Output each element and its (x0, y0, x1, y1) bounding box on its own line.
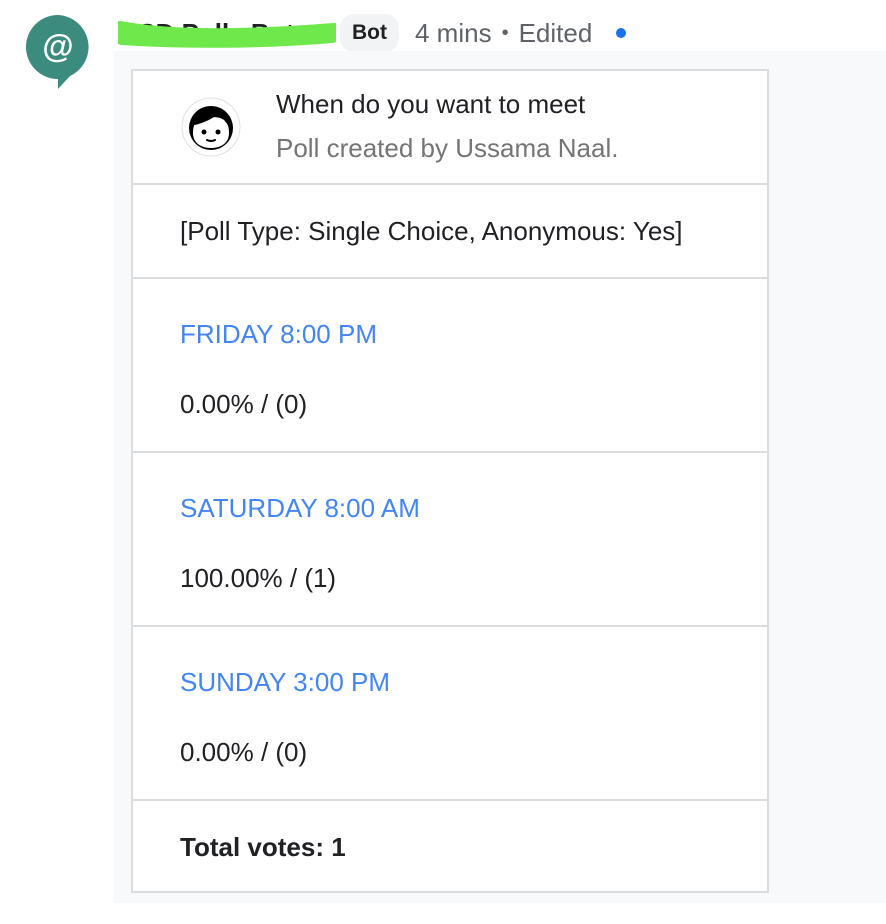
poll-option-result: 0.00% / (0) (180, 389, 308, 419)
poll-card: When do you want to meet Poll created by… (131, 69, 769, 893)
poll-option-button[interactable]: SUNDAY 3:00 PM (180, 667, 390, 698)
message-meta: 4 mins • Edited (415, 18, 592, 49)
poll-option-result: 0.00% / (0) (180, 737, 308, 767)
poll-creator: Poll created by Ussama Naal. (276, 133, 619, 163)
poll-type-info: [Poll Type: Single Choice, Anonymous: Ye… (133, 185, 767, 279)
poll-card-header: When do you want to meet Poll created by… (133, 71, 767, 185)
redaction-scribble (118, 21, 336, 48)
poll-option: FRIDAY 8:00 PM 0.00% / (0) (133, 279, 767, 453)
poll-title: When do you want to meet (276, 89, 586, 119)
bot-avatar-at-icon[interactable]: @ (26, 15, 90, 89)
bot-badge: Bot (340, 14, 399, 52)
poll-option-button[interactable]: SATURDAY 8:00 AM (180, 493, 420, 524)
poll-option-button[interactable]: FRIDAY 8:00 PM (180, 319, 377, 350)
unread-dot-icon (616, 28, 627, 38)
meta-separator: • (501, 21, 509, 44)
total-votes: Total votes: 1 (180, 831, 346, 862)
poll-option-result: 100.00% / (1) (180, 563, 337, 593)
message-header: GSD Polls Bot Bot 4 mins • Edited (118, 14, 627, 52)
svg-text:@: @ (42, 28, 73, 64)
poll-option: SATURDAY 8:00 AM 100.00% / (1) (133, 453, 767, 627)
message-time: 4 mins (415, 17, 492, 48)
face-icon (181, 97, 241, 157)
sender-name[interactable]: GSD Polls Bot (118, 14, 336, 52)
edited-label: Edited (518, 17, 593, 48)
poll-option: SUNDAY 3:00 PM 0.00% / (0) (133, 627, 767, 801)
